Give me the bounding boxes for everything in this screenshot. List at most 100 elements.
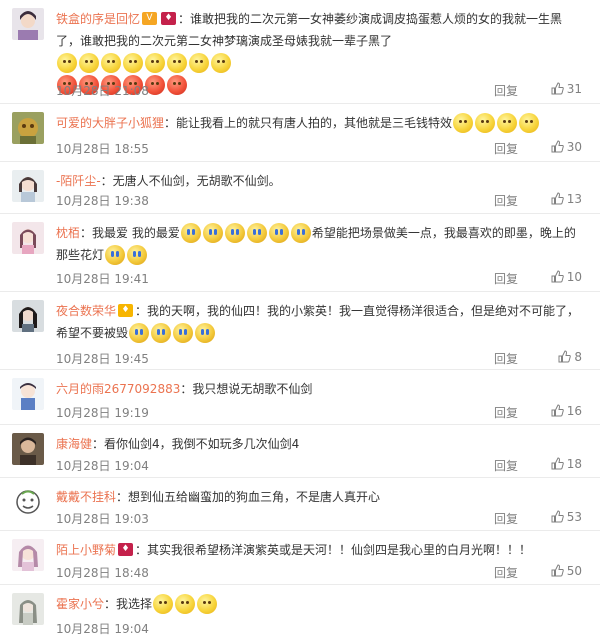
comment-text: 陌上小野菊 ♦ ：其实我很希望杨洋演紫英或是天河！！仙剑四是我心里的白月光啊！！！ bbox=[56, 539, 582, 561]
avatar[interactable] bbox=[12, 486, 44, 518]
comment-time: 10月28日 19:45 bbox=[56, 352, 149, 366]
avatar[interactable] bbox=[12, 378, 44, 410]
like-count: 8 bbox=[574, 350, 582, 364]
thumbs-up-icon bbox=[551, 404, 564, 417]
thumbs-up-icon bbox=[551, 140, 564, 153]
comment-time: 10月28日 18:48 bbox=[56, 566, 149, 580]
member-badge-icon: ♦ bbox=[118, 543, 134, 556]
vip-badge-icon: V bbox=[142, 12, 158, 25]
smile-emoji-icon bbox=[452, 112, 540, 133]
thumbs-up-icon bbox=[551, 510, 564, 523]
avatar[interactable] bbox=[12, 300, 44, 332]
like-count: 30 bbox=[566, 140, 582, 154]
smile-emoji-icon bbox=[152, 593, 218, 614]
comment-list: 铁盒的序是回忆 V ♦ ：谁敢把我的二次元第一女神萎纱演成调皮捣蛋惹人烦的女的我就一生… bbox=[0, 0, 600, 641]
cry-emoji-icon bbox=[180, 222, 312, 243]
like-button[interactable]: 13 bbox=[551, 192, 582, 206]
reply-button[interactable]: 回复 bbox=[494, 350, 518, 367]
like-count: 13 bbox=[566, 192, 582, 206]
comment-item: 陌上小野菊 ♦ ：其实我很希望杨洋演紫英或是天河！！仙剑四是我心里的白月光啊！！！ … bbox=[0, 531, 600, 585]
avatar[interactable] bbox=[12, 222, 44, 254]
avatar[interactable] bbox=[12, 433, 44, 465]
reply-button[interactable]: 回复 bbox=[494, 140, 518, 157]
comment-text: 戴戴不挂科：想到仙五给幽蛮加的狗血三角，不是唐人真开心 bbox=[56, 486, 582, 508]
comment-text: 夜合数荣华 ♦ ：我的天啊，我的仙四！我的小紫英！我一直觉得杨洋很适合，但是绝对不可… bbox=[56, 300, 582, 344]
like-button[interactable]: 50 bbox=[551, 564, 582, 578]
like-count: 53 bbox=[566, 510, 582, 524]
comment-item: 戴戴不挂科：想到仙五给幽蛮加的狗血三角，不是唐人真开心 10月28日 19:03… bbox=[0, 478, 600, 531]
member-badge-icon: ♦ bbox=[118, 304, 134, 317]
like-count: 18 bbox=[566, 457, 582, 471]
username-link[interactable]: 霍家小兮 bbox=[56, 597, 104, 611]
comment-body: ：我最爱 我的最爱 bbox=[80, 226, 180, 240]
smile-emoji-icon bbox=[56, 52, 232, 73]
username-link[interactable]: 康海健 bbox=[56, 437, 92, 451]
like-count: 10 bbox=[566, 270, 582, 284]
like-button[interactable]: 10 bbox=[551, 270, 582, 284]
comment-item: 铁盒的序是回忆 V ♦ ：谁敢把我的二次元第一女神萎纱演成调皮捣蛋惹人烦的女的我就一生… bbox=[0, 0, 600, 104]
like-count: 31 bbox=[566, 82, 582, 96]
comment-body: ：能让我看上的就只有唐人拍的，其他就是三毛钱特效 bbox=[164, 116, 453, 130]
like-button[interactable]: 31 bbox=[551, 82, 582, 96]
avatar[interactable] bbox=[12, 112, 44, 144]
username-link[interactable]: 戴戴不挂科 bbox=[56, 490, 116, 504]
reply-button[interactable]: 回复 bbox=[494, 270, 518, 287]
thumbs-up-icon bbox=[551, 270, 564, 283]
comment-item: 夜合数荣华 ♦ ：我的天啊，我的仙四！我的小紫英！我一直觉得杨洋很适合，但是绝对不可… bbox=[0, 292, 600, 370]
reply-button[interactable]: 回复 bbox=[494, 82, 518, 99]
comment-time: 10月28日 19:19 bbox=[56, 406, 149, 420]
comment-item: 霍家小兮：我选择 10月28日 19:04 bbox=[0, 585, 600, 641]
avatar[interactable] bbox=[12, 539, 44, 571]
like-button[interactable]: 18 bbox=[551, 457, 582, 471]
comment-item: 六月的雨2677092883：我只想说无胡歌不仙剑 10月28日 19:19 回… bbox=[0, 370, 600, 425]
thumbs-up-icon bbox=[551, 192, 564, 205]
reply-button[interactable]: 回复 bbox=[494, 404, 518, 421]
comment-text: -陌阡尘-：无唐人不仙剑，无胡歌不仙剑。 bbox=[56, 170, 582, 192]
comment-body: ：看你仙剑4，我倒不如玩多几次仙剑4 bbox=[92, 437, 300, 451]
comment-item: -陌阡尘-：无唐人不仙剑，无胡歌不仙剑。 10月28日 19:38 回复 13 bbox=[0, 162, 600, 214]
like-button[interactable]: 16 bbox=[551, 404, 582, 418]
like-count: 16 bbox=[566, 404, 582, 418]
comment-time: 10月28日 21:08 bbox=[56, 84, 149, 98]
comment-body: ：我选择 bbox=[104, 597, 153, 611]
avatar[interactable] bbox=[12, 170, 44, 202]
comment-body: ：我只想说无胡歌不仙剑 bbox=[180, 382, 313, 396]
member-badge-icon: ♦ bbox=[161, 12, 177, 25]
username-link[interactable]: 陌上小野菊 bbox=[56, 543, 116, 557]
comment-item: 可爱的大胖子小狐狸：能让我看上的就只有唐人拍的，其他就是三毛钱特效 10月28日… bbox=[0, 104, 600, 162]
comment-body: ：其实我很希望杨洋演紫英或是天河！！仙剑四是我心里的白月光啊！！！ bbox=[135, 543, 532, 557]
thumbs-up-icon bbox=[551, 82, 564, 95]
cry-emoji-icon bbox=[128, 322, 216, 343]
comment-item: 康海健：看你仙剑4，我倒不如玩多几次仙剑4 10月28日 19:04 回复 18 bbox=[0, 425, 600, 478]
avatar[interactable] bbox=[12, 8, 44, 40]
username-link[interactable]: 枕栢 bbox=[56, 226, 80, 240]
like-button[interactable]: 53 bbox=[551, 510, 582, 524]
username-link[interactable]: -陌阡尘- bbox=[56, 174, 101, 188]
username-link[interactable]: 夜合数荣华 bbox=[56, 304, 116, 318]
comment-time: 10月28日 19:04 bbox=[56, 459, 149, 473]
comment-text: 六月的雨2677092883：我只想说无胡歌不仙剑 bbox=[56, 378, 582, 400]
reply-button[interactable]: 回复 bbox=[494, 457, 518, 474]
like-button[interactable]: 30 bbox=[551, 140, 582, 154]
reply-button[interactable]: 回复 bbox=[494, 510, 518, 527]
like-button[interactable]: 8 bbox=[558, 350, 582, 364]
comment-text: 可爱的大胖子小狐狸：能让我看上的就只有唐人拍的，其他就是三毛钱特效 bbox=[56, 112, 582, 134]
comment-item: 枕栢：我最爱 我的最爱 希望能把场景做美一点，我最喜欢的即墨，晚上的那些花灯 10… bbox=[0, 214, 600, 292]
username-link[interactable]: 六月的雨2677092883 bbox=[56, 382, 180, 396]
comment-body: ：想到仙五给幽蛮加的狗血三角，不是唐人真开心 bbox=[116, 490, 381, 504]
comment-text: 霍家小兮：我选择 bbox=[56, 593, 582, 615]
reply-button[interactable]: 回复 bbox=[494, 564, 518, 581]
cry-emoji-icon bbox=[104, 244, 148, 265]
like-count: 50 bbox=[566, 564, 582, 578]
username-link[interactable]: 铁盒的序是回忆 bbox=[56, 12, 140, 26]
comment-time: 10月28日 19:03 bbox=[56, 512, 149, 526]
thumbs-up-icon bbox=[558, 350, 572, 363]
thumbs-up-icon bbox=[551, 457, 564, 470]
comment-text: 康海健：看你仙剑4，我倒不如玩多几次仙剑4 bbox=[56, 433, 582, 455]
comment-text: 枕栢：我最爱 我的最爱 希望能把场景做美一点，我最喜欢的即墨，晚上的那些花灯 bbox=[56, 222, 582, 266]
avatar[interactable] bbox=[12, 593, 44, 625]
username-link[interactable]: 可爱的大胖子小狐狸 bbox=[56, 116, 164, 130]
comment-time: 10月28日 18:55 bbox=[56, 142, 149, 156]
comment-body: ：无唐人不仙剑，无胡歌不仙剑。 bbox=[100, 174, 281, 188]
reply-button[interactable]: 回复 bbox=[494, 192, 518, 209]
